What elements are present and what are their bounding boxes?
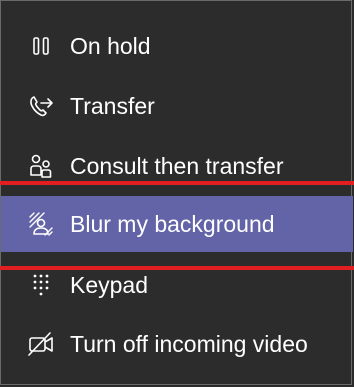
annotation-highlight-line-top bbox=[0, 181, 354, 185]
menu-item-turn-off-incoming-video[interactable]: Turn off incoming video bbox=[1, 316, 353, 372]
menu-item-label: Keypad bbox=[70, 271, 149, 298]
phone-transfer-icon bbox=[28, 93, 54, 119]
menu-item-label: Turn off incoming video bbox=[70, 330, 308, 357]
menu-item-label: Transfer bbox=[70, 92, 155, 119]
pause-icon bbox=[28, 33, 54, 59]
annotation-highlight-line-bottom bbox=[0, 266, 354, 270]
menu-item-blur-background[interactable]: Blur my background bbox=[1, 196, 353, 252]
menu-item-on-hold[interactable]: On hold bbox=[1, 18, 353, 74]
video-off-icon bbox=[28, 331, 54, 357]
menu-item-label: On hold bbox=[70, 32, 151, 59]
menu-item-label: Consult then transfer bbox=[70, 152, 284, 179]
menu-item-label: Blur my background bbox=[70, 210, 275, 237]
keypad-icon bbox=[28, 272, 54, 298]
call-more-actions-menu: On hold Transfer Consult then transfer B… bbox=[0, 0, 353, 385]
people-consult-icon bbox=[28, 153, 54, 179]
blur-background-icon bbox=[28, 211, 54, 237]
menu-item-transfer[interactable]: Transfer bbox=[1, 78, 353, 134]
menu-item-consult-then-transfer[interactable]: Consult then transfer bbox=[1, 138, 353, 194]
